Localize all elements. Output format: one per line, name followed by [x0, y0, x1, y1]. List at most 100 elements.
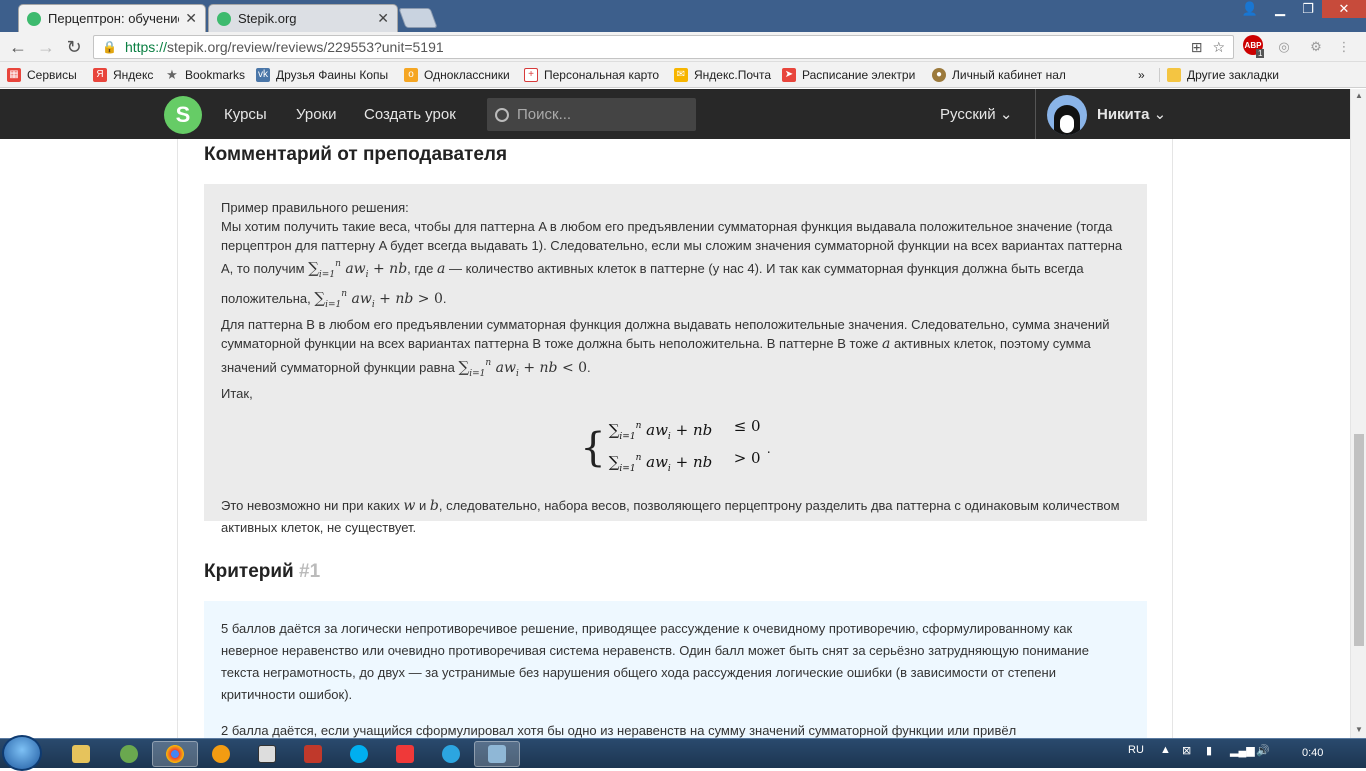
bookmark-services[interactable]: ▦ Сервисы [0, 67, 86, 82]
scrollbar-thumb[interactable] [1354, 434, 1364, 646]
app-icon [212, 745, 230, 763]
inequality-system: { ∑i=1n awi + nb ≤ 0 ∑i=1n awi + nb > 0 . [580, 417, 771, 474]
tab-perceptron[interactable]: Перцептрон: обучение ✕ [18, 4, 206, 32]
comment-paragraph-1: Мы хотим получить такие веса, чтобы для … [221, 219, 1123, 310]
scroll-up-icon[interactable]: ▲ [1354, 91, 1364, 101]
more-bookmarks-button[interactable]: » [1131, 68, 1155, 82]
user-menu[interactable]: Никита ⌄ [1097, 105, 1166, 123]
divider [1035, 89, 1036, 139]
train-icon: ➤ [782, 67, 796, 82]
taskbar-telegram[interactable] [428, 741, 474, 767]
stepik-favicon-icon [217, 11, 231, 26]
tax-icon: ● [932, 67, 946, 82]
bookmark-tax-cabinet[interactable]: ● Личный кабинет нал [925, 67, 1065, 82]
search-input[interactable]: Поиск... [487, 98, 696, 131]
search-placeholder: Поиск... [517, 106, 572, 123]
back-arrow-icon[interactable]: ← [6, 35, 30, 59]
adblock-badge: 1 [1256, 49, 1265, 58]
yandex-icon: Я [93, 67, 107, 82]
taskbar-app[interactable] [106, 741, 152, 767]
bookmark-yandex-mail[interactable]: ✉ Яндекс.Почта [667, 67, 775, 82]
url-scheme: https:// [124, 39, 167, 55]
criterion-paragraph-1: 5 баллов даётся за логически непротиворе… [221, 621, 1089, 702]
language-indicator[interactable]: RU [1128, 744, 1144, 756]
browser-toolbar: ← → ↻ 🔒 https://stepik.org/review/review… [0, 32, 1366, 62]
nav-lessons[interactable]: Уроки [296, 106, 336, 123]
new-tab-button[interactable] [398, 8, 438, 28]
extension-icon[interactable]: ◎ [1274, 37, 1294, 57]
avatar[interactable] [1047, 95, 1087, 135]
stepik-logo-icon[interactable]: S [164, 96, 202, 134]
lock-icon: 🔒 [102, 40, 117, 54]
tab-close-icon[interactable]: ✕ [185, 10, 197, 27]
ok-icon: о [404, 67, 418, 82]
language-dropdown[interactable]: Русский ⌄ [940, 105, 1012, 123]
extension-icon[interactable]: ⚙ [1306, 37, 1326, 57]
scroll-down-icon[interactable]: ▼ [1354, 725, 1364, 735]
forward-arrow-icon[interactable]: → [34, 35, 58, 59]
volume-icon[interactable]: 🔊 [1256, 744, 1270, 757]
user-icon[interactable]: 👤 [1236, 0, 1264, 18]
translate-icon[interactable]: ⊞ [1191, 39, 1203, 56]
taskbar-app[interactable] [290, 741, 336, 767]
battery-icon[interactable]: ▮ [1206, 744, 1212, 757]
network-icon[interactable]: ⊠ [1182, 744, 1191, 757]
reload-icon[interactable]: ↻ [62, 35, 86, 59]
address-bar[interactable]: 🔒 https://stepik.org/review/reviews/2295… [93, 35, 1234, 59]
tab-close-icon[interactable]: ✕ [377, 10, 389, 27]
review-content: Комментарий от преподавателя Пример прав… [177, 139, 1173, 738]
apps-icon: ▦ [7, 67, 21, 82]
criterion-number: #1 [299, 561, 321, 582]
taskbar-app[interactable] [198, 741, 244, 767]
criterion-heading: Критерий #1 [204, 561, 321, 582]
nav-courses[interactable]: Курсы [224, 106, 267, 123]
bookmark-bookmarks[interactable]: ★ Bookmarks [158, 68, 249, 82]
bookmarks-bar: ▦ Сервисы Я Яндекс ★ Bookmarks vk Друзья Фаи… [0, 62, 1366, 88]
tab-stepik[interactable]: Stepik.org ✕ [208, 4, 398, 32]
nav-create-lesson[interactable]: Создать урок [364, 106, 456, 123]
search-icon [495, 107, 509, 122]
folder-icon [72, 745, 90, 763]
comment-paragraph-2: Для паттерна B в любом его предъявлении … [221, 317, 1110, 379]
bookmark-yandex[interactable]: Я Яндекс [86, 67, 158, 82]
url-path: stepik.org/review/reviews/229553?unit=51… [166, 39, 444, 55]
menu-icon[interactable]: ⋮ [1334, 37, 1354, 57]
bookmark-personal-card[interactable]: + Персональная карто [517, 67, 667, 82]
stepik-favicon-icon [27, 11, 41, 26]
bookmark-train-schedule[interactable]: ➤ Расписание электри [775, 67, 925, 82]
folder-icon [1167, 67, 1181, 82]
vivaldi-icon [396, 745, 414, 763]
signal-icon[interactable]: ▂▄▆ [1230, 744, 1255, 757]
site-navbar: S Курсы Уроки Создать урок Поиск... Русс… [0, 89, 1350, 139]
criterion-paragraph-2: 2 балла даётся, если учащийся сформулиро… [221, 723, 1017, 738]
bookmark-vk[interactable]: vk Друзья Фаины Копы [249, 67, 397, 82]
minimize-button[interactable]: ▁ [1266, 0, 1294, 18]
clock[interactable]: 0:40 [1302, 747, 1323, 759]
start-button[interactable] [2, 735, 42, 771]
taskbar-app[interactable] [474, 741, 520, 767]
windows-taskbar: RU ▲ ⊠ ▮ ▂▄▆ 🔊 0:40 [0, 735, 1366, 771]
skype-icon [350, 745, 368, 763]
bookmark-star-icon[interactable]: ☆ [1212, 39, 1225, 56]
taskbar-explorer[interactable] [58, 741, 104, 767]
criterion-box: 5 баллов даётся за логически непротиворе… [204, 601, 1147, 738]
show-hidden-icons[interactable]: ▲ [1160, 744, 1171, 756]
star-icon: ★ [166, 67, 178, 82]
taskbar-vivaldi[interactable] [382, 741, 428, 767]
recycle-icon [120, 745, 138, 763]
calculator-icon [258, 745, 276, 763]
other-bookmarks[interactable]: Другие закладки [1159, 67, 1283, 82]
comment-itak: Итак, [221, 386, 253, 401]
tab-title: Перцептрон: обучение [48, 11, 180, 26]
close-window-button[interactable]: ✕ [1322, 0, 1366, 18]
bookmark-ok[interactable]: о Одноклассники [397, 67, 517, 82]
app-icon [304, 745, 322, 763]
mail-icon: ✉ [674, 67, 688, 82]
restore-button[interactable]: ❐ [1294, 0, 1322, 18]
telegram-icon [442, 745, 460, 763]
chevron-down-icon: ⌄ [1153, 106, 1167, 123]
taskbar-chrome[interactable] [152, 741, 198, 767]
page-scrollbar[interactable]: ▲ ▼ [1350, 89, 1366, 738]
taskbar-app[interactable] [244, 741, 290, 767]
taskbar-skype[interactable] [336, 741, 382, 767]
